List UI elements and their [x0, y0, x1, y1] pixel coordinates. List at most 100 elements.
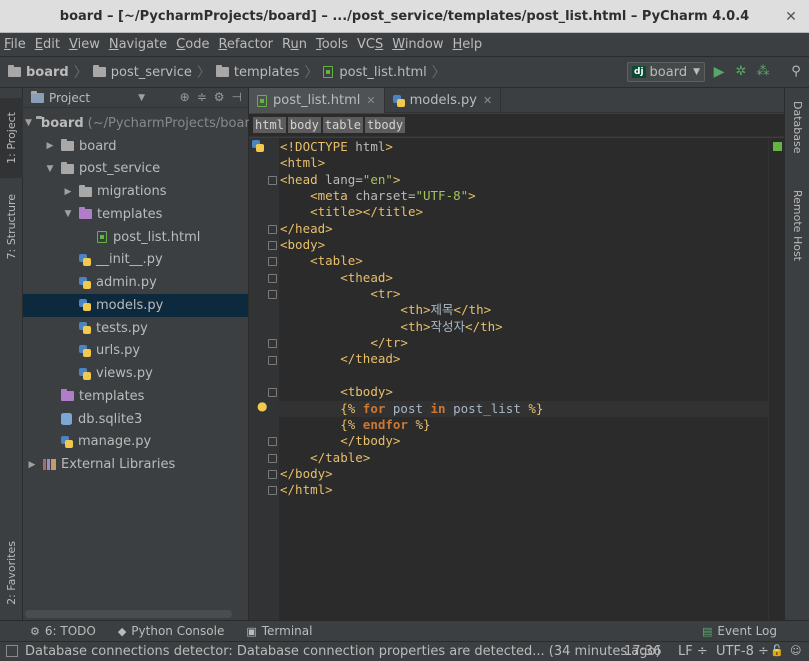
line-separator-select[interactable]: LF ÷ — [678, 644, 708, 659]
tree-item[interactable]: admin.py — [23, 271, 248, 294]
tag-crumb[interactable]: tbody — [364, 117, 406, 133]
python-file-icon — [392, 94, 405, 107]
menu-item[interactable]: Refactor — [218, 37, 273, 52]
horizontal-scrollbar[interactable] — [25, 610, 232, 618]
tab-project[interactable]: 1: Project — [0, 98, 23, 178]
library-icon — [43, 459, 56, 471]
nav-crumb-board[interactable]: board 〉 — [8, 62, 93, 82]
expand-arrow-icon[interactable]: ▼ — [25, 118, 32, 128]
tree-item[interactable]: __init__.py — [23, 249, 248, 272]
lock-icon[interactable]: 🔓 — [770, 644, 784, 657]
tree-item[interactable]: ▼ post_service — [23, 158, 248, 181]
tab-favorites-label: 2: Favorites — [5, 541, 18, 605]
project-view-select[interactable]: Project — [49, 91, 90, 105]
menu-item[interactable]: View — [69, 37, 100, 52]
code-line: <meta charset="UTF-8"> — [310, 188, 476, 204]
close-tab-icon[interactable]: ✕ — [483, 94, 492, 107]
close-tab-icon[interactable]: ✕ — [366, 94, 375, 107]
code-line: </thead> — [340, 351, 401, 367]
tree-item[interactable]: views.py — [23, 362, 248, 385]
gear-icon[interactable]: ⚙ — [214, 90, 225, 104]
menu-item[interactable]: VCS — [357, 37, 383, 52]
tab-remote-host[interactable]: Remote Host — [786, 180, 809, 270]
target-icon[interactable]: ⊕ — [180, 90, 190, 104]
fold-marker-icon[interactable] — [268, 339, 277, 349]
django-icon: dj — [632, 66, 646, 78]
menu-item[interactable]: Edit — [35, 37, 60, 52]
fold-marker-icon[interactable] — [268, 355, 277, 365]
encoding-select[interactable]: UTF-8 ÷ — [716, 644, 769, 659]
coverage-icon[interactable]: ⁂ — [755, 64, 771, 80]
tool-windows-icon[interactable] — [6, 645, 18, 657]
expand-arrow-icon[interactable]: ▶ — [61, 187, 75, 197]
tag-crumb[interactable]: table — [322, 117, 363, 133]
tab-database[interactable]: Database — [786, 92, 809, 162]
tree-item[interactable]: post_list.html — [23, 226, 248, 249]
code-editor[interactable]: <!DOCTYPE html> <html> <head lang="en"> <m… — [279, 138, 768, 620]
python-file-icon — [79, 276, 91, 289]
fold-marker-icon[interactable] — [268, 175, 277, 185]
nav-crumb-templates[interactable]: templates 〉 — [215, 62, 323, 82]
bottom-tab[interactable]: ⚙ 6: TODO — [30, 624, 96, 638]
tree-item[interactable]: tests.py — [23, 317, 248, 340]
editor-tab[interactable]: post_list.html ✕ — [249, 88, 385, 113]
caret-position[interactable]: 17:36 — [624, 644, 661, 659]
menu-item[interactable]: Help — [453, 37, 483, 52]
search-icon[interactable]: ⚲ — [788, 64, 804, 80]
menu-item[interactable]: Run — [282, 37, 307, 52]
fold-marker-icon[interactable] — [268, 470, 277, 479]
event-log-button[interactable]: ▤ Event Log — [702, 624, 777, 638]
fold-marker-icon[interactable] — [268, 241, 277, 251]
fold-marker-icon[interactable] — [268, 486, 277, 496]
fold-marker-icon[interactable] — [268, 257, 277, 267]
tab-structure[interactable]: 7: Structure — [0, 184, 23, 269]
run-config-select[interactable]: dj board ▼ — [627, 62, 705, 82]
fold-marker-icon[interactable] — [268, 453, 277, 463]
chevron-down-icon[interactable]: ▼ — [138, 93, 145, 103]
fold-marker-icon[interactable] — [268, 290, 277, 300]
tree-item[interactable]: db.sqlite3 — [23, 408, 248, 431]
nav-crumb-file[interactable]: post_list.html 〉 — [323, 62, 450, 82]
close-icon[interactable]: ✕ — [783, 9, 799, 25]
lightbulb-icon[interactable]: ● — [257, 399, 267, 413]
collapse-all-icon[interactable]: ≑ — [197, 90, 207, 104]
menu-item[interactable]: File — [4, 37, 26, 52]
tab-favorites[interactable]: 2: Favorites — [0, 533, 23, 613]
tree-item[interactable]: models.py — [23, 294, 248, 317]
menu-item[interactable]: Code — [176, 37, 209, 52]
fold-marker-icon[interactable] — [268, 273, 277, 283]
expand-arrow-icon[interactable]: ▶ — [25, 460, 39, 470]
expand-arrow-icon[interactable]: ▼ — [43, 164, 57, 174]
bottom-tab[interactable]: ◆ Python Console — [118, 624, 225, 638]
nav-crumb-post-service[interactable]: post_service 〉 — [92, 62, 216, 82]
tree-root[interactable]: ▼ board (~/PycharmProjects/boar — [23, 112, 250, 135]
bottom-tab[interactable]: ▣ Terminal — [246, 624, 312, 638]
tree-item-label: External Libraries — [61, 457, 176, 473]
tree-item[interactable]: ▼ templates — [23, 203, 248, 226]
menu-item[interactable]: Window — [392, 37, 443, 52]
tree-item[interactable]: templates — [23, 385, 248, 408]
tag-crumb[interactable]: html — [253, 117, 286, 133]
inspector-icon[interactable]: ☺ — [790, 644, 801, 657]
expand-arrow-icon[interactable]: ▼ — [61, 209, 75, 219]
tree-item[interactable]: urls.py — [23, 340, 248, 363]
debug-icon[interactable]: ✲ — [733, 64, 749, 80]
chevron-right-icon: 〉 — [304, 65, 319, 81]
tree-item[interactable]: ▶ migrations — [23, 180, 248, 203]
folder-icon — [61, 161, 74, 174]
tree-item[interactable]: ▶ board — [23, 135, 248, 158]
tag-crumb[interactable]: body — [287, 117, 321, 133]
fold-marker-icon[interactable] — [268, 437, 277, 447]
status-message[interactable]: Database connections detector: Database … — [25, 644, 661, 659]
editor-tab[interactable]: models.py ✕ — [385, 88, 502, 113]
tree-item[interactable]: manage.py — [23, 431, 248, 454]
menu-item[interactable]: Navigate — [109, 37, 167, 52]
menu-item[interactable]: Tools — [316, 37, 348, 52]
fold-marker-icon[interactable] — [268, 388, 277, 398]
tree-item[interactable]: ▶ External Libraries — [23, 453, 248, 476]
fold-marker-icon[interactable] — [268, 224, 277, 234]
run-icon[interactable]: ▶ — [711, 64, 727, 80]
hide-panel-icon[interactable]: ⊣ — [232, 90, 242, 104]
no-errors-icon[interactable] — [773, 142, 782, 151]
expand-arrow-icon[interactable]: ▶ — [43, 141, 57, 151]
